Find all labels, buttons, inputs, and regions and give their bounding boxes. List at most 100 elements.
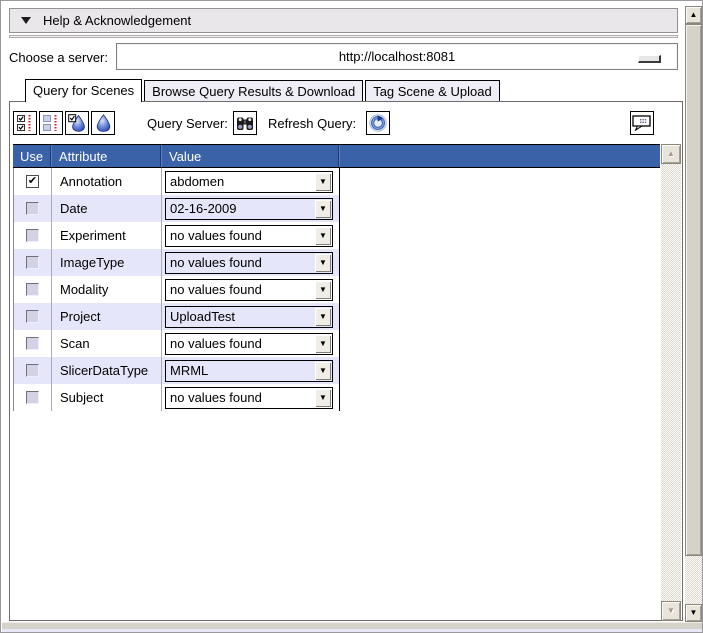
header-use[interactable]: Use <box>13 145 51 167</box>
value-dropdown[interactable]: 02-16-2009 ▼ <box>165 198 333 220</box>
table-scrollbar-up-button: ▲ <box>661 144 681 164</box>
combo-arrow-icon: ▼ <box>319 312 327 321</box>
combo-arrow-icon: ▼ <box>319 231 327 240</box>
value-dropdown[interactable]: abdomen ▼ <box>165 171 333 193</box>
value-dropdown[interactable]: no values found ▼ <box>165 252 333 274</box>
value-cell: 02-16-2009 ▼ <box>162 195 339 222</box>
value-dropdown-text: MRML <box>166 363 314 378</box>
value-dropdown[interactable]: UploadTest ▼ <box>165 306 333 328</box>
attribute-cell: Experiment <box>52 222 162 249</box>
use-checkbox[interactable]: ✔ <box>26 175 39 188</box>
check-all-values-button[interactable] <box>65 111 89 135</box>
attribute-cell: Scan <box>52 330 162 357</box>
attribute-cell: Date <box>52 195 162 222</box>
combo-arrow-icon: ▼ <box>319 258 327 267</box>
value-cell: no values found ▼ <box>162 384 339 411</box>
value-dropdown[interactable]: no values found ▼ <box>165 387 333 409</box>
header-empty <box>339 145 660 167</box>
query-server-label: Query Server: <box>147 116 228 131</box>
value-dropdown[interactable]: no values found ▼ <box>165 333 333 355</box>
header-attribute[interactable]: Attribute <box>51 145 161 167</box>
deselect-all-rows-button[interactable] <box>39 111 63 135</box>
value-dropdown[interactable]: no values found ▼ <box>165 279 333 301</box>
refresh-icon <box>369 114 387 132</box>
combo-arrow-icon: ▼ <box>319 204 327 213</box>
use-checkbox[interactable] <box>26 229 39 242</box>
combo-dropdown-button[interactable]: ▼ <box>315 200 331 218</box>
panel-title: Help & Acknowledgement <box>43 13 191 28</box>
use-checkbox[interactable] <box>26 310 39 323</box>
attribute-label: ImageType <box>60 255 124 270</box>
combo-dropdown-button[interactable]: ▼ <box>315 227 331 245</box>
use-checkbox[interactable] <box>26 283 39 296</box>
table-row: ✔ Annotation abdomen ▼ <box>14 168 339 195</box>
value-dropdown-text: no values found <box>166 255 314 270</box>
attribute-label: Scan <box>60 336 90 351</box>
bottom-lavender-band <box>2 629 703 633</box>
collapse-arrow-icon <box>21 17 31 24</box>
value-dropdown[interactable]: MRML ▼ <box>165 360 333 382</box>
unchecked-list-icon <box>43 115 59 131</box>
panel-scrollbar-up-button[interactable]: ▲ <box>685 6 702 24</box>
header-value[interactable]: Value <box>161 145 339 167</box>
value-cell: MRML ▼ <box>162 357 339 384</box>
tab-browse-query-results[interactable]: Browse Query Results & Download <box>144 80 363 102</box>
use-checkbox[interactable] <box>26 391 39 404</box>
use-checkbox[interactable] <box>26 256 39 269</box>
attribute-cell: ImageType <box>52 249 162 276</box>
combo-dropdown-button[interactable]: ▼ <box>315 281 331 299</box>
message-button[interactable] <box>630 111 654 135</box>
value-cell: UploadTest ▼ <box>162 303 339 330</box>
attribute-cell: Annotation <box>52 168 162 195</box>
query-server-button[interactable] <box>233 111 257 135</box>
use-checkbox[interactable] <box>26 202 39 215</box>
application-window: Help & Acknowledgement Choose a server: … <box>0 0 703 633</box>
combo-arrow-icon: ▼ <box>319 366 327 375</box>
combo-dropdown-button[interactable]: ▼ <box>315 362 331 380</box>
value-cell: no values found ▼ <box>162 222 339 249</box>
combo-dropdown-button[interactable]: ▼ <box>315 308 331 326</box>
select-all-rows-button[interactable] <box>13 111 37 135</box>
tab-query-for-scenes[interactable]: Query for Scenes <box>25 79 142 102</box>
value-dropdown-text: no values found <box>166 336 314 351</box>
value-cell: abdomen ▼ <box>162 168 339 195</box>
value-dropdown-text: 02-16-2009 <box>166 201 314 216</box>
refresh-query-button[interactable] <box>366 111 390 135</box>
table-row: SlicerDataType MRML ▼ <box>14 357 339 384</box>
tab-tag-scene-upload[interactable]: Tag Scene & Upload <box>365 80 500 102</box>
refresh-query-label: Refresh Query: <box>268 116 356 131</box>
table-row: Subject no values found ▼ <box>14 384 339 411</box>
use-cell <box>14 357 52 384</box>
panel-separator <box>9 35 678 38</box>
attribute-label: Annotation <box>60 174 122 189</box>
use-cell <box>14 384 52 411</box>
panel-scrollbar-thumb[interactable] <box>685 24 702 556</box>
table-scrollbar-track <box>661 144 681 621</box>
value-dropdown[interactable]: no values found ▼ <box>165 225 333 247</box>
attribute-label: Modality <box>60 282 108 297</box>
value-cell: no values found ▼ <box>162 276 339 303</box>
server-dropdown[interactable]: http://localhost:8081 <box>116 43 678 70</box>
help-acknowledgement-panel-header[interactable]: Help & Acknowledgement <box>9 8 678 33</box>
use-cell <box>14 303 52 330</box>
combo-dropdown-button[interactable]: ▼ <box>315 173 331 191</box>
attribute-label: Date <box>60 201 87 216</box>
attribute-label: Subject <box>60 390 103 405</box>
combo-dropdown-button[interactable]: ▼ <box>315 254 331 272</box>
use-checkbox[interactable] <box>26 337 39 350</box>
use-checkbox[interactable] <box>26 364 39 377</box>
value-dropdown-text: no values found <box>166 282 314 297</box>
combo-dropdown-button[interactable]: ▼ <box>315 389 331 407</box>
combo-dropdown-button[interactable]: ▼ <box>315 335 331 353</box>
combo-arrow-icon: ▼ <box>319 177 327 186</box>
up-arrow-icon: ▲ <box>690 11 698 19</box>
use-cell <box>14 222 52 249</box>
value-dropdown-text: UploadTest <box>166 309 314 324</box>
down-arrow-icon: ▼ <box>690 609 698 617</box>
blank-all-values-button[interactable] <box>91 111 115 135</box>
panel-scrollbar-down-button[interactable]: ▼ <box>685 604 702 622</box>
use-cell: ✔ <box>14 168 52 195</box>
use-cell <box>14 249 52 276</box>
value-dropdown-text: no values found <box>166 390 314 405</box>
attribute-cell: Modality <box>52 276 162 303</box>
